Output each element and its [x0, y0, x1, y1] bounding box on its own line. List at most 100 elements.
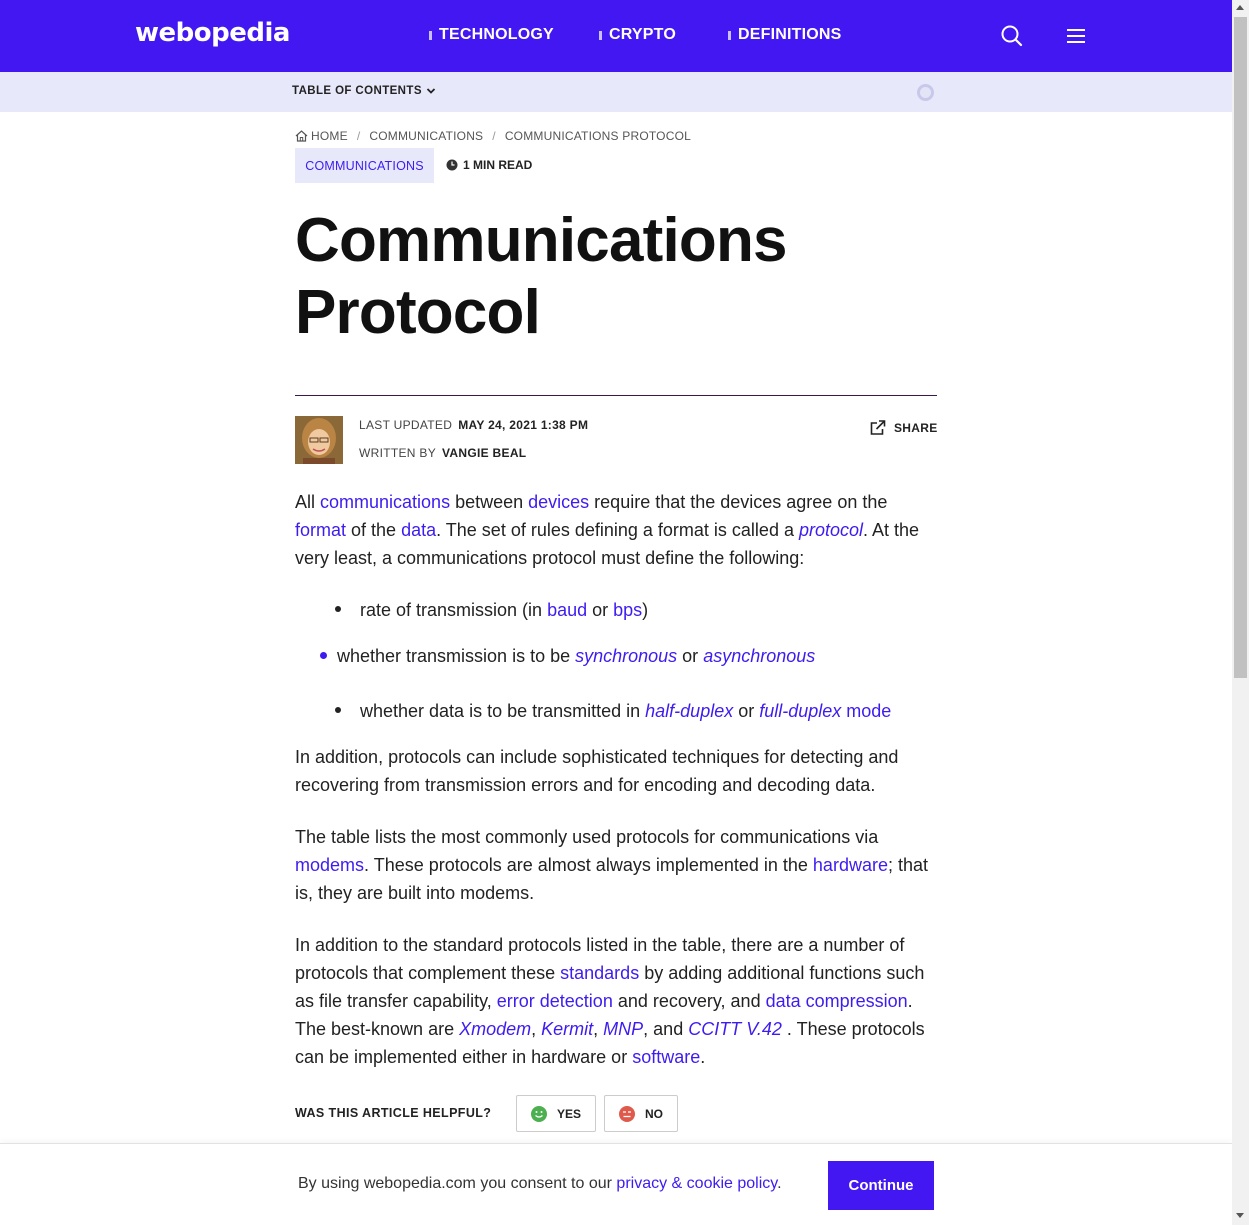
nav-marker	[429, 30, 432, 40]
table-of-contents-bar: TABLE OF CONTENTS	[0, 72, 1232, 112]
table-of-contents-toggle[interactable]: TABLE OF CONTENTS	[292, 85, 436, 97]
cookie-message: By using webopedia.com you consent to ou…	[298, 1175, 612, 1192]
breadcrumb: HOME / COMMUNICATIONS / COMMUNICATIONS P…	[295, 129, 691, 143]
text: rate of transmission (in	[360, 600, 548, 620]
article-paragraph-1: All communications between devices requi…	[295, 488, 935, 572]
link-error-detection[interactable]: error detection	[497, 991, 613, 1011]
article-title: Communications Protocol	[295, 206, 788, 347]
menu-icon	[1067, 29, 1085, 43]
text: . The set of rules defining a format is …	[436, 520, 799, 540]
link-communications[interactable]: communications	[320, 492, 450, 512]
nav-technology[interactable]: TECHNOLOGY	[429, 26, 554, 44]
nav-marker	[728, 30, 731, 40]
breadcrumb-separator: /	[356, 129, 361, 143]
share-icon	[870, 420, 886, 435]
list-item: whether data is to be transmitted in hal…	[335, 697, 891, 725]
text: and recovery, and	[612, 991, 766, 1011]
helpful-yes-button[interactable]: YES	[516, 1095, 596, 1132]
link-modems[interactable]: modems	[295, 855, 364, 875]
smile-icon	[530, 1105, 547, 1122]
read-time: 1 MIN READ	[446, 158, 532, 172]
reading-progress-indicator	[917, 84, 934, 101]
breadcrumb-communications[interactable]: COMMUNICATIONS	[369, 129, 483, 143]
text: or	[587, 600, 614, 620]
share-button[interactable]: SHARE	[870, 420, 938, 435]
cookie-continue-button[interactable]: Continue	[828, 1161, 934, 1210]
menu-button[interactable]	[1065, 26, 1087, 46]
clock-icon	[446, 159, 458, 171]
home-icon	[295, 130, 308, 142]
cookie-policy-link[interactable]: privacy & cookie policy	[616, 1175, 777, 1192]
link-xmodem[interactable]: Xmodem	[459, 1019, 531, 1039]
link-protocol[interactable]: protocol	[799, 520, 863, 540]
cookie-text: By using webopedia.com you consent to ou…	[298, 1175, 782, 1192]
helpful-no-button[interactable]: NO	[604, 1095, 678, 1132]
text: or	[677, 646, 704, 666]
nav-crypto[interactable]: CRYPTO	[599, 26, 676, 44]
nav-crypto-label: CRYPTO	[609, 26, 676, 43]
link-bps[interactable]: bps	[613, 600, 642, 620]
category-chip[interactable]: COMMUNICATIONS	[295, 148, 434, 183]
last-updated-value: MAY 24, 2021 1:38 PM	[458, 418, 589, 432]
link-data-compression[interactable]: data compression	[766, 991, 908, 1011]
last-updated: LAST UPDATED MAY 24, 2021 1:38 PM	[359, 418, 588, 432]
link-data[interactable]: data	[401, 520, 436, 540]
top-navigation-bar: webopedia TECHNOLOGY CRYPTO DEFINITIONS	[0, 0, 1232, 72]
search-button[interactable]	[1000, 24, 1024, 48]
nav-definitions-label: DEFINITIONS	[738, 26, 842, 43]
title-divider	[295, 395, 937, 396]
text: ,	[531, 1019, 542, 1039]
article-paragraph-4: In addition to the standard protocols li…	[295, 931, 935, 1071]
scroll-down-arrow-icon[interactable]	[1236, 1213, 1244, 1218]
link-asynchronous[interactable]: asynchronous	[703, 646, 815, 666]
breadcrumb-home[interactable]: HOME	[295, 129, 348, 143]
chevron-down-icon	[426, 88, 436, 94]
link-format[interactable]: format	[295, 520, 346, 540]
author-line: WRITTEN BY VANGIE BEAL	[359, 446, 526, 460]
link-ccitt-v42[interactable]: CCITT V.42	[688, 1019, 782, 1039]
link-hardware[interactable]: hardware	[813, 855, 888, 875]
read-time-label: 1 MIN READ	[463, 158, 533, 172]
toc-label: TABLE OF CONTENTS	[292, 85, 422, 97]
breadcrumb-separator: /	[492, 129, 496, 143]
author-name[interactable]: VANGIE BEAL	[442, 446, 526, 460]
frown-icon	[619, 1105, 635, 1122]
link-standards[interactable]: standards	[560, 963, 639, 983]
article-paragraph-2: In addition, protocols can include sophi…	[295, 747, 899, 795]
page-scrollbar[interactable]	[1232, 0, 1249, 1225]
link-kermit[interactable]: Kermit	[541, 1019, 593, 1039]
link-full-duplex[interactable]: full-duplex	[759, 701, 841, 721]
list-item: whether transmission is to be synchronou…	[320, 642, 815, 670]
nav-definitions[interactable]: DEFINITIONS	[728, 26, 842, 44]
helpful-question: WAS THIS ARTICLE HELPFUL?	[295, 1106, 492, 1120]
text: , and	[643, 1019, 689, 1039]
link-mnp[interactable]: MNP	[603, 1019, 643, 1039]
text: .	[700, 1047, 706, 1067]
scrollbar-thumb[interactable]	[1234, 17, 1247, 678]
link-half-duplex[interactable]: half-duplex	[645, 701, 733, 721]
text: require that the devices agree on the	[589, 492, 888, 512]
text: . These protocols are almost always impl…	[364, 855, 813, 875]
link-synchronous[interactable]: synchronous	[575, 646, 677, 666]
link-baud[interactable]: baud	[547, 600, 587, 620]
site-logo[interactable]: webopedia	[135, 18, 290, 48]
cookie-consent-banner: By using webopedia.com you consent to ou…	[0, 1143, 1232, 1225]
helpful-yes-label: YES	[556, 1106, 581, 1121]
bullet	[335, 707, 341, 714]
link-devices[interactable]: devices	[528, 492, 589, 512]
share-label: SHARE	[894, 420, 938, 435]
helpful-no-label: NO	[645, 1106, 663, 1121]
scroll-up-arrow-icon[interactable]	[1236, 5, 1244, 10]
nav-technology-label: TECHNOLOGY	[439, 26, 554, 43]
link-mode[interactable]: mode	[841, 701, 891, 721]
link-software[interactable]: software	[632, 1047, 700, 1067]
text: or	[733, 701, 760, 721]
author-label: WRITTEN BY	[359, 446, 436, 460]
breadcrumb-current: COMMUNICATIONS PROTOCOL	[504, 129, 691, 143]
text: All	[295, 492, 321, 512]
text: of the	[346, 520, 402, 540]
text: )	[642, 600, 649, 620]
text: ,	[593, 1019, 604, 1039]
nav-marker	[599, 30, 602, 40]
article-paragraph-3: The table lists the most commonly used p…	[295, 823, 935, 907]
